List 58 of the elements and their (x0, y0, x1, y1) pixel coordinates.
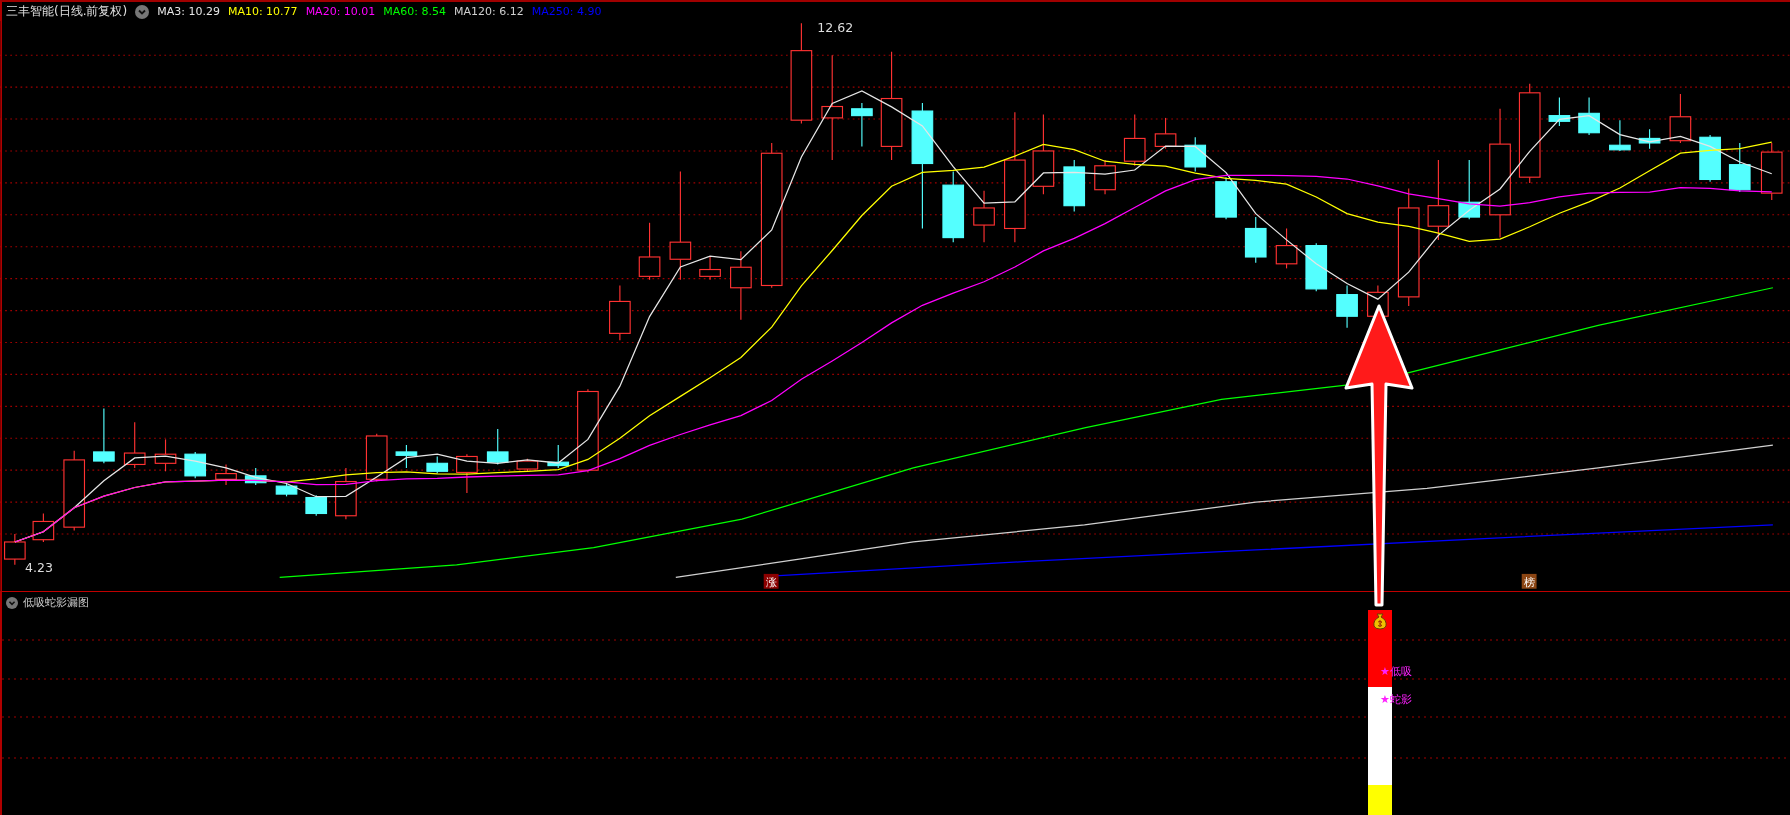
candlestick (973, 190, 995, 243)
chevron-down-icon[interactable] (6, 596, 18, 609)
candlestick (699, 256, 721, 281)
candlestick (365, 433, 388, 483)
candlestick (1063, 159, 1086, 212)
candlestick (305, 494, 328, 517)
money-bag-icon (1372, 613, 1388, 630)
candlestick (93, 408, 115, 464)
candlestick (1215, 176, 1237, 220)
candlestick (609, 284, 631, 341)
candlestick (1609, 119, 1631, 152)
candlestick (638, 222, 661, 281)
candlestick (123, 421, 146, 469)
candlestick (851, 102, 873, 147)
candlestick (1578, 96, 1600, 136)
ranking-marker: 榜 (1521, 573, 1537, 589)
candlestick (547, 444, 570, 469)
indicator-title: 低吸蛇影漏图 (23, 595, 89, 610)
candlestick (335, 467, 357, 520)
candlestick (1458, 159, 1481, 220)
candlestick (730, 250, 752, 321)
moving-average-label: MA20: 10.01 (305, 5, 376, 18)
candlestick (456, 453, 478, 494)
candlestick (426, 455, 449, 475)
candlestick (4, 533, 26, 566)
moving-average-label: MA120: 6.12 (454, 5, 524, 18)
candlestick (1305, 242, 1328, 292)
candlestick (1094, 159, 1116, 195)
candlestick (1244, 216, 1267, 264)
candlestick (1760, 142, 1783, 201)
chevron-down-icon[interactable] (135, 4, 150, 19)
candlestick (1699, 134, 1721, 183)
candlestick (244, 467, 267, 486)
candlestick (1336, 284, 1358, 329)
candlestick (215, 463, 237, 486)
candlestick (1275, 227, 1298, 269)
candlestick (516, 458, 539, 472)
candlestick (486, 428, 509, 466)
candlestick (154, 438, 177, 472)
candlestick (32, 512, 55, 543)
rise-marker: 涨 (763, 573, 779, 589)
candlestick (1728, 142, 1751, 193)
candlestick (1184, 136, 1207, 173)
moving-average-label: MA3: 10.29 (157, 5, 220, 18)
moving-average-label: MA60: 8.54 (383, 5, 447, 18)
candlestick (1548, 96, 1571, 127)
stock-title: 三丰智能(日线.前复权) (6, 3, 128, 20)
high-price-label: 12.62 (817, 21, 854, 36)
moving-average-label: MA10: 10.77 (227, 5, 298, 18)
candlestick (395, 444, 418, 469)
candlestick (1154, 117, 1177, 150)
candlestick (1669, 93, 1692, 144)
moving-average-label: MA250: 4.90 (531, 5, 602, 18)
candlestick (184, 451, 207, 479)
candlestick (1123, 113, 1146, 167)
candlestick (275, 483, 298, 497)
candlestick (1638, 128, 1661, 150)
low-price-label: 4.23 (25, 559, 54, 575)
